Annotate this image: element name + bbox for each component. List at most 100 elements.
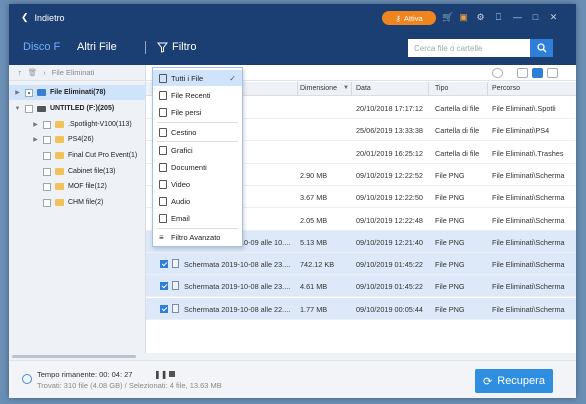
file-name: Schermata 2019-10-08 alle 23.... [184, 260, 291, 270]
tree-checkbox[interactable] [43, 120, 51, 129]
found-summary: Trovati: 310 file (4.08 GB) / Selezionat… [37, 381, 222, 390]
image-icon [159, 145, 167, 155]
tree-checkbox[interactable] [25, 88, 33, 97]
row-checkbox[interactable] [160, 304, 168, 313]
close-icon[interactable]: ✕ [548, 12, 559, 23]
file-type: File PNG [435, 193, 465, 203]
file-date: 09/10/2019 00:05:44 [356, 304, 423, 314]
col-tipo[interactable]: Tipo [435, 85, 448, 92]
col-data[interactable]: Data [356, 85, 371, 92]
row-checkbox[interactable] [160, 282, 168, 291]
menu-item-cestino[interactable]: Cestino [153, 124, 242, 140]
file-date: 09/10/2019 01:45:22 [356, 260, 423, 270]
sort-down-icon[interactable]: ▼ [343, 85, 349, 91]
filter-button[interactable]: Filtro [157, 41, 196, 53]
tree-item-spotlight[interactable]: ▶ .Spotlight-V100(113) [9, 117, 132, 132]
tree-item-final-cut[interactable]: Final Cut Pro Event(1) [9, 148, 137, 163]
menu-item-file-persi[interactable]: File persi [153, 104, 242, 120]
checkmark-icon: ✓ [229, 73, 236, 83]
file-date: 09/10/2019 01:45:22 [356, 282, 423, 292]
folder-icon [55, 183, 64, 190]
stop-button[interactable] [169, 371, 175, 377]
email-icon [159, 213, 167, 223]
tree-item-file-eliminati[interactable]: ▶ File Eliminati(78) [9, 85, 146, 100]
file-size: 2.90 MB [300, 170, 328, 180]
tree-checkbox[interactable] [43, 182, 51, 191]
pause-button[interactable]: ❚❚ [154, 370, 167, 379]
tree-item-label: .Spotlight-V100(113) [68, 121, 132, 128]
tree-item-untitled[interactable]: ▼ UNTITLED (F:)(205) [9, 101, 114, 116]
document-icon [159, 162, 167, 172]
activate-button[interactable]: ⚷ Attiva [382, 11, 436, 25]
key-icon: ⚷ [395, 13, 401, 23]
folder-icon [55, 199, 64, 206]
caret-right-icon[interactable]: ▶ [14, 89, 21, 96]
menu-item-grafici[interactable]: Grafici [153, 142, 242, 158]
detail-view-icon[interactable] [547, 68, 558, 78]
tree-item-chm[interactable]: CHM file(2) [9, 195, 103, 210]
feedback-icon[interactable]: ⎕ [493, 12, 504, 23]
table-row[interactable]: Schermata 2019-10-08 alle 22.... 1.77 MB 0… [146, 297, 576, 320]
gift-icon[interactable]: ▣ [458, 12, 469, 23]
col-dimensione[interactable]: Dimensione [300, 85, 337, 92]
back-button[interactable]: ❮ Indietro [21, 12, 65, 23]
preview-icon[interactable] [492, 68, 503, 78]
col-percorso[interactable]: Percorso [492, 85, 520, 92]
menu-item-label: Grafici [171, 145, 193, 155]
tree-checkbox[interactable] [43, 135, 51, 144]
folder-icon [37, 89, 46, 96]
tree-checkbox[interactable] [43, 167, 51, 176]
menu-item-label: Cestino [171, 127, 197, 137]
file-date: 09/10/2019 12:21:40 [356, 237, 423, 247]
menu-item-tutti-i-file[interactable]: Tutti i File ✓ [153, 70, 242, 86]
file-size: 742.12 KB [300, 260, 335, 270]
menu-item-filtro-avanzato[interactable]: ≡ Filtro Avanzato [153, 229, 242, 245]
row-checkbox[interactable] [160, 260, 168, 269]
list-view-icon[interactable] [532, 68, 543, 78]
cart-icon[interactable]: 🛒 [442, 12, 453, 23]
search-input[interactable] [408, 39, 530, 57]
tree-checkbox[interactable] [43, 198, 51, 207]
tab-altri-file[interactable]: Altri File [77, 41, 117, 53]
chevron-left-icon: ❮ [21, 12, 29, 22]
table-row[interactable]: Schermata 2019-10-08 alle 23.... 4.61 MB 0… [146, 275, 576, 298]
maximize-icon[interactable]: □ [530, 12, 541, 23]
file-type: Cartella di file [435, 104, 480, 113]
search-button[interactable] [530, 39, 553, 57]
menu-item-file-recenti[interactable]: File Recenti [153, 87, 242, 103]
menu-item-email[interactable]: Email [153, 210, 242, 226]
trash-icon: 🗑 [27, 68, 38, 77]
table-row[interactable]: Schermata 2019-10-08 alle 23.... 742.12 K… [146, 253, 576, 276]
recover-button[interactable]: ⟳ Recupera [475, 369, 553, 393]
tree-checkbox[interactable] [43, 151, 51, 160]
up-arrow-icon[interactable]: ↑ [18, 68, 22, 77]
horizontal-scrollbar[interactable] [9, 353, 576, 360]
grid-view-icon[interactable] [517, 68, 528, 78]
file-path: File Eliminati\.Spotli [492, 104, 556, 113]
file-size: 5.13 MB [300, 237, 328, 247]
activate-label: Attiva [403, 13, 423, 23]
caret-right-icon[interactable]: ▶ [32, 136, 39, 143]
settings-icon[interactable]: ⚙ [475, 12, 486, 23]
tree-item-ps4[interactable]: ▶ PS4(26) [9, 132, 94, 147]
tree-item-mof[interactable]: MOF file(12) [9, 179, 107, 194]
caret-right-icon[interactable]: ▶ [32, 121, 39, 128]
filter-icon [157, 42, 168, 53]
scrollbar-thumb[interactable] [12, 355, 136, 358]
tree-checkbox[interactable] [25, 104, 33, 113]
file-type: File PNG [435, 170, 465, 180]
menu-item-audio[interactable]: Audio [153, 193, 242, 209]
file-path: File Eliminati\.Trashes [492, 148, 564, 158]
time-remaining: Tempo rimanente: 00: 04: 27 [37, 370, 133, 379]
menu-item-documenti[interactable]: Documenti [153, 159, 242, 175]
caret-down-icon[interactable]: ▼ [14, 106, 21, 112]
menu-item-video[interactable]: Video [153, 176, 242, 192]
tree-item-label: Final Cut Pro Event(1) [68, 152, 138, 159]
folder-icon [55, 136, 64, 143]
minimize-icon[interactable]: — [512, 12, 523, 23]
image-file-icon [172, 303, 179, 313]
tree-item-cabinet[interactable]: Cabinet file(13) [9, 164, 115, 179]
tab-disco-f[interactable]: Disco F [23, 41, 60, 53]
file-date: 09/10/2019 12:22:50 [356, 193, 423, 203]
file-date: 25/06/2019 13:33:38 [356, 126, 423, 136]
